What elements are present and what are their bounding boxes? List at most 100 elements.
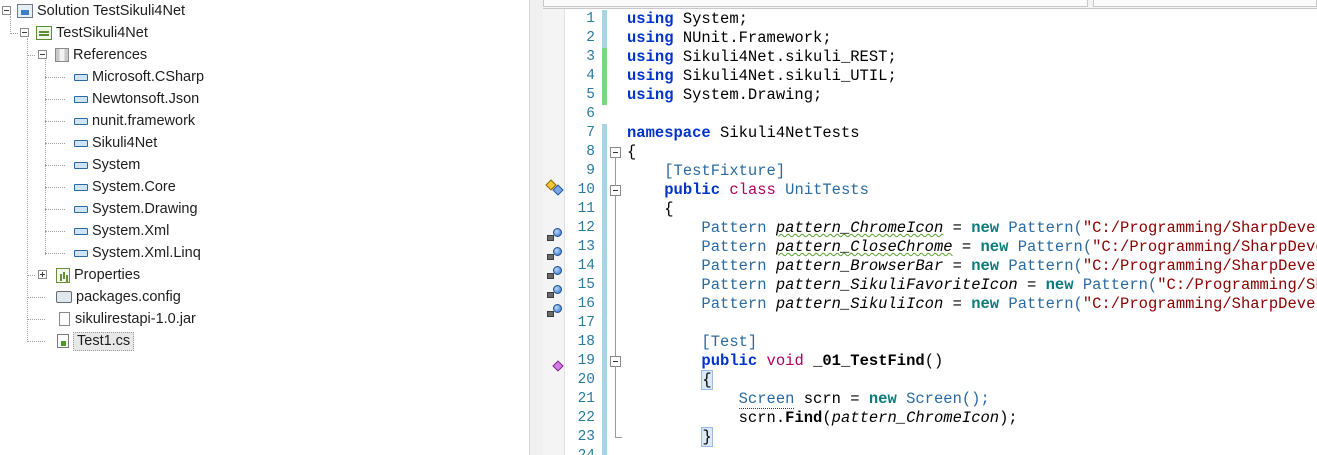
fold-end-marker (615, 437, 622, 438)
code-line[interactable]: Pattern pattern_ChromeIcon = new Pattern… (627, 219, 1317, 238)
collapse-toggle-solution[interactable] (2, 6, 11, 15)
tree-item-solution[interactable]: Solution TestSikuli4Net (17, 1, 185, 21)
code-line[interactable]: namespace Sikuli4NetTests (627, 124, 860, 143)
tree-guide (45, 99, 65, 100)
code-line[interactable]: { (627, 143, 636, 162)
tree-item-label: sikulirestapi-1.0.jar (75, 311, 196, 327)
config-file-icon (56, 291, 72, 303)
code-line[interactable]: scrn.Find(pattern_ChromeIcon); (627, 409, 1018, 428)
tree-item-label: System.Core (92, 179, 176, 195)
tree-guide (45, 143, 65, 144)
bookmark-lock-icon[interactable] (546, 303, 564, 319)
code-line[interactable]: { (627, 370, 713, 390)
code-editor[interactable]: 1 2 3 4 5 6 7 8 9 10 11 12 13 14 15 16 1… (543, 0, 1317, 455)
collapse-toggle-project[interactable] (20, 28, 29, 37)
line-number: 9 (586, 163, 595, 179)
assembly-reference-icon (74, 227, 88, 235)
tree-item-label: References (73, 47, 148, 63)
line-number: 21 (577, 391, 595, 407)
fold-guide (615, 158, 616, 186)
code-line[interactable]: Pattern pattern_CloseChrome = new Patter… (627, 238, 1317, 257)
code-line[interactable]: using System.Drawing; (627, 86, 822, 105)
line-number: 15 (577, 277, 595, 293)
change-marker-unsaved (602, 48, 607, 105)
code-line[interactable]: Pattern pattern_BrowserBar = new Pattern… (627, 257, 1317, 276)
code-line[interactable]: using System; (627, 10, 748, 29)
tree-item-references[interactable]: References (55, 45, 147, 65)
solution-explorer: Solution TestSikuli4Net TestSikuli4Net R… (0, 0, 529, 455)
tree-item-reference[interactable]: Microsoft.CSharp (72, 67, 204, 87)
tree-item-reference[interactable]: System.Xml.Linq (72, 243, 201, 263)
tree-item-reference[interactable]: Newtonsoft.Json (72, 89, 199, 109)
code-line[interactable]: using Sikuli4Net.sikuli_REST; (627, 48, 897, 67)
overrides-class-icon[interactable] (545, 179, 564, 196)
tree-item-reference[interactable]: System (72, 155, 140, 175)
tree-item-label: System.Drawing (92, 201, 198, 217)
tree-item-reference[interactable]: System.Core (72, 177, 176, 197)
line-number: 20 (577, 372, 595, 388)
references-icon (55, 48, 69, 62)
line-number: 3 (586, 49, 595, 65)
tree-item-reference[interactable]: System.Xml (72, 221, 169, 241)
tree-item-reference[interactable]: nunit.framework (72, 111, 195, 131)
tree-guide (10, 16, 11, 34)
line-number: 6 (586, 106, 595, 122)
tree-item-label: nunit.framework (92, 113, 196, 129)
fold-toggle[interactable] (610, 185, 621, 196)
document-tab[interactable] (543, 0, 1088, 7)
tree-item-label: TestSikuli4Net (56, 25, 148, 41)
assembly-reference-icon (74, 205, 88, 213)
tree-item-file[interactable]: sikulirestapi-1.0.jar (57, 309, 196, 329)
line-number: 12 (577, 220, 595, 236)
line-number: 17 (577, 315, 595, 331)
collapse-toggle-references[interactable] (38, 50, 47, 59)
assembly-reference-icon (74, 117, 88, 125)
properties-icon (56, 267, 70, 283)
tree-item-label: Sikuli4Net (92, 135, 158, 151)
code-line[interactable]: Pattern pattern_SikuliFavoriteIcon = new… (627, 276, 1317, 295)
code-line[interactable]: using NUnit.Framework; (627, 29, 832, 48)
csharp-project-icon (36, 26, 52, 40)
tree-item-file-selected[interactable]: Test1.cs (55, 331, 135, 351)
pane-splitter[interactable] (529, 0, 543, 455)
code-line[interactable]: using Sikuli4Net.sikuli_UTIL; (627, 67, 897, 86)
code-line[interactable]: public void _01_TestFind() (627, 352, 943, 371)
tree-item-file[interactable]: packages.config (56, 287, 181, 307)
tree-guide (45, 231, 65, 232)
icon-margin[interactable] (543, 9, 565, 455)
tree-item-reference[interactable]: System.Drawing (72, 199, 198, 219)
code-line[interactable]: Screen scrn = new Screen(); (627, 390, 990, 409)
bookmark-lock-icon[interactable] (546, 284, 564, 300)
tree-guide (27, 297, 45, 298)
code-line[interactable]: [TestFixture] (627, 162, 785, 181)
expand-toggle-properties[interactable] (38, 270, 47, 279)
line-number: 18 (577, 334, 595, 350)
bookmark-lock-icon[interactable] (546, 265, 564, 281)
fold-toggle[interactable] (610, 147, 621, 158)
tree-guide (10, 33, 18, 34)
tree-item-properties[interactable]: Properties (56, 265, 140, 285)
code-line[interactable]: Pattern pattern_SikuliIcon = new Pattern… (627, 295, 1317, 314)
document-tab[interactable] (1093, 0, 1317, 7)
assembly-reference-icon (74, 95, 88, 103)
line-number: 8 (586, 144, 595, 160)
code-line[interactable]: } (627, 427, 713, 447)
tree-item-reference[interactable]: Sikuli4Net (72, 133, 157, 153)
solution-icon (17, 4, 33, 18)
file-icon (59, 312, 70, 326)
code-line[interactable]: { (627, 200, 673, 219)
test-method-icon[interactable] (546, 359, 564, 375)
brace-match-highlight: { (701, 370, 713, 390)
document-tab-strip (543, 0, 1317, 9)
fold-guide (615, 196, 616, 358)
line-number: 2 (586, 30, 595, 46)
tree-item-label: Solution TestSikuli4Net (37, 3, 186, 19)
assembly-reference-icon (74, 73, 88, 81)
tree-guide (45, 77, 65, 78)
bookmark-lock-icon[interactable] (546, 227, 564, 243)
code-line[interactable]: public class UnitTests (627, 181, 869, 200)
tree-item-project[interactable]: TestSikuli4Net (36, 23, 148, 43)
bookmark-lock-icon[interactable] (546, 246, 564, 262)
fold-toggle[interactable] (610, 356, 621, 367)
code-line[interactable]: [Test] (627, 333, 757, 352)
